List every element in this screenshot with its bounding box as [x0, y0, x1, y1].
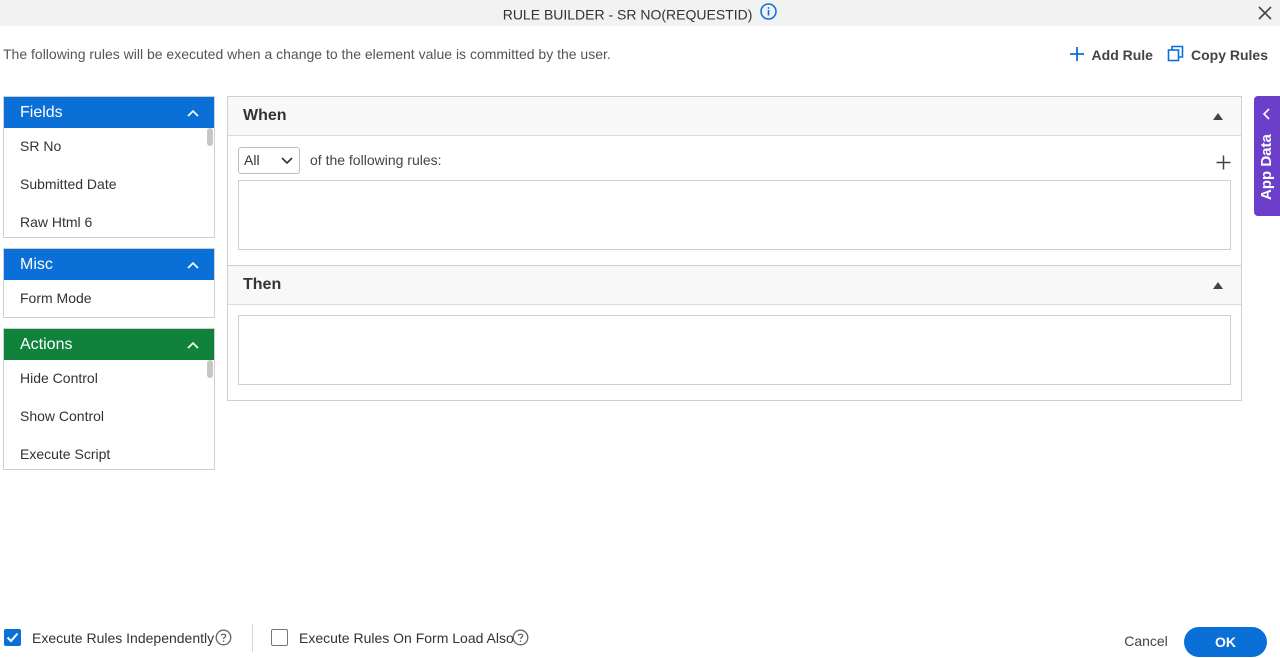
- fields-scrollbar[interactable]: [207, 128, 213, 146]
- add-condition-plus-icon[interactable]: [1216, 155, 1231, 175]
- when-title: When: [243, 107, 287, 124]
- plus-icon: [1069, 46, 1085, 65]
- when-section-header: When: [228, 97, 1241, 136]
- execute-on-load-label: Execute Rules On Form Load Also: [299, 630, 514, 646]
- chevron-up-icon[interactable]: [187, 336, 199, 354]
- then-title: Then: [243, 276, 282, 293]
- when-conditions-box[interactable]: [238, 180, 1231, 250]
- close-icon[interactable]: [1256, 4, 1274, 22]
- help-icon[interactable]: [512, 629, 529, 651]
- actions-scrollbar[interactable]: [207, 360, 213, 378]
- app-data-tab[interactable]: App Data: [1254, 96, 1280, 216]
- chevron-up-icon[interactable]: [187, 256, 199, 274]
- actions-panel: Actions Hide Control Show Control Execut…: [3, 328, 215, 470]
- ok-button[interactable]: OK: [1184, 627, 1267, 657]
- triangle-up-icon[interactable]: [1213, 112, 1223, 120]
- app-data-label: App Data: [1258, 134, 1275, 200]
- match-mode-text: of the following rules:: [310, 152, 442, 168]
- misc-panel-title: Misc: [20, 255, 53, 273]
- chevron-left-icon: [1262, 107, 1270, 125]
- dialog-footer: Execute Rules Independently Execute Rule…: [0, 624, 1280, 657]
- checkmark-icon: [6, 632, 19, 643]
- top-actions: Add Rule Copy Rules: [1069, 45, 1268, 65]
- fields-panel: Fields SR No Submitted Date Raw Html 6: [3, 96, 215, 238]
- then-section-header: Then: [228, 266, 1241, 305]
- chevron-down-icon: [281, 157, 293, 165]
- info-icon[interactable]: [760, 3, 778, 23]
- misc-panel: Misc Form Mode: [3, 248, 215, 318]
- execute-on-load-checkbox[interactable]: [271, 629, 288, 646]
- execute-independently-label: Execute Rules Independently: [32, 630, 215, 646]
- footer-divider: [252, 624, 253, 652]
- misc-panel-header[interactable]: Misc: [4, 249, 214, 280]
- field-item-raw-html-6[interactable]: Raw Html 6: [4, 204, 214, 242]
- action-item-show-control[interactable]: Show Control: [4, 398, 214, 436]
- action-item-hide-control[interactable]: Hide Control: [4, 360, 214, 398]
- execute-independently-checkbox[interactable]: [4, 629, 21, 646]
- cancel-button[interactable]: Cancel: [1115, 626, 1177, 656]
- field-item-submitted-date[interactable]: Submitted Date: [4, 166, 214, 204]
- fields-panel-title: Fields: [20, 103, 63, 121]
- match-mode-value: All: [244, 152, 260, 168]
- chevron-up-icon[interactable]: [187, 104, 199, 122]
- match-mode-select[interactable]: All: [238, 147, 300, 174]
- rules-description: The following rules will be executed whe…: [3, 46, 611, 62]
- copy-rules-label: Copy Rules: [1190, 47, 1268, 63]
- when-section: When All of the following rules:: [227, 96, 1242, 266]
- then-actions-box[interactable]: [238, 315, 1231, 385]
- actions-panel-title: Actions: [20, 335, 73, 353]
- triangle-up-icon[interactable]: [1213, 281, 1223, 289]
- add-rule-label: Add Rule: [1091, 47, 1153, 63]
- add-rule-button[interactable]: Add Rule: [1069, 45, 1153, 65]
- help-icon[interactable]: [215, 629, 232, 651]
- misc-item-form-mode[interactable]: Form Mode: [4, 280, 214, 318]
- actions-panel-header[interactable]: Actions: [4, 329, 214, 360]
- action-item-execute-script[interactable]: Execute Script: [4, 436, 214, 474]
- field-item-sr-no[interactable]: SR No: [4, 128, 214, 166]
- dialog-title-text: RULE BUILDER - SR NO(REQUESTID): [502, 6, 753, 23]
- dialog-title: RULE BUILDER - SR NO(REQUESTID): [0, 3, 1280, 23]
- then-section: Then: [227, 265, 1242, 401]
- copy-icon: [1167, 45, 1184, 65]
- fields-panel-header[interactable]: Fields: [4, 97, 214, 128]
- dialog-titlebar: RULE BUILDER - SR NO(REQUESTID): [0, 0, 1280, 26]
- copy-rules-button[interactable]: Copy Rules: [1167, 45, 1268, 65]
